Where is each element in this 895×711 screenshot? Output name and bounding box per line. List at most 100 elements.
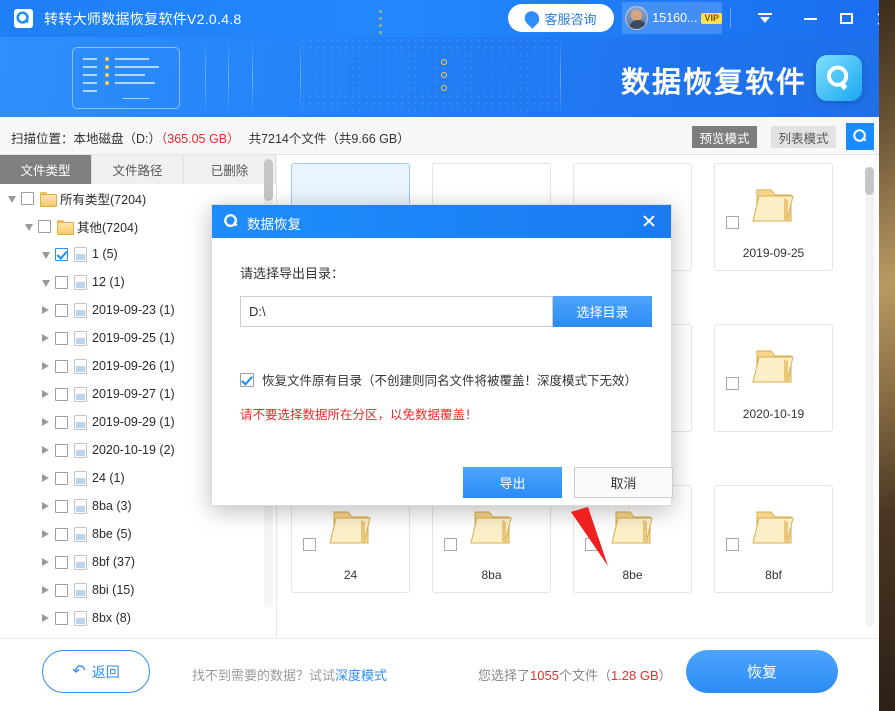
chevron-right-icon[interactable] bbox=[42, 530, 51, 539]
preview-mode-button[interactable]: 预览模式 bbox=[692, 126, 757, 148]
file-grid-cell[interactable]: 2020-10-19 bbox=[714, 324, 833, 432]
maximize-icon[interactable] bbox=[828, 0, 865, 37]
tree-item-checkbox[interactable] bbox=[38, 220, 51, 233]
tree-item-checkbox[interactable] bbox=[55, 612, 68, 625]
tree-item-checkbox[interactable] bbox=[55, 276, 68, 289]
tab-deleted[interactable]: 已删除 bbox=[184, 155, 276, 184]
tree-item-checkbox[interactable] bbox=[55, 304, 68, 317]
tree-item[interactable]: 8bx (8) bbox=[0, 604, 277, 632]
chevron-right-icon[interactable] bbox=[42, 474, 51, 483]
cancel-button[interactable]: 取消 bbox=[574, 467, 673, 498]
file-cell-checkbox[interactable] bbox=[726, 216, 739, 229]
file-cell-checkbox[interactable] bbox=[726, 538, 739, 551]
tree-item-checkbox[interactable] bbox=[55, 248, 68, 261]
tree-item-label: 8bf (37) bbox=[92, 555, 135, 569]
tree-item-checkbox[interactable] bbox=[55, 472, 68, 485]
file-cell-checkbox[interactable] bbox=[585, 538, 598, 551]
grid-scrollbar-thumb[interactable] bbox=[865, 167, 874, 195]
chevron-right-icon[interactable] bbox=[42, 334, 51, 343]
tree-item-checkbox[interactable] bbox=[55, 584, 68, 597]
grid-scrollbar[interactable] bbox=[865, 167, 874, 627]
file-grid-cell[interactable]: 8bf bbox=[714, 485, 833, 593]
file-icon bbox=[74, 359, 87, 374]
folder-icon bbox=[751, 508, 797, 548]
tree-item-checkbox[interactable] bbox=[55, 500, 68, 513]
user-name: 15160... bbox=[652, 11, 697, 25]
chevron-right-icon[interactable] bbox=[42, 362, 51, 371]
export-path-input[interactable] bbox=[240, 296, 553, 327]
dialog-close-icon[interactable] bbox=[632, 205, 665, 238]
file-grid-cell[interactable]: 2019-09-25 bbox=[714, 163, 833, 271]
tree-item[interactable]: 8be (5) bbox=[0, 520, 277, 548]
tree-item-checkbox[interactable] bbox=[55, 416, 68, 429]
search-icon[interactable] bbox=[846, 123, 874, 150]
selection-prefix: 您选择了 bbox=[478, 668, 530, 683]
selection-suffix: ） bbox=[659, 668, 672, 683]
selection-count: 1055 bbox=[530, 668, 559, 683]
tree-item-checkbox[interactable] bbox=[55, 388, 68, 401]
browse-directory-button[interactable]: 选择目录 bbox=[553, 296, 652, 327]
tree-item-label: 8bi (15) bbox=[92, 583, 134, 597]
chevron-right-icon[interactable] bbox=[42, 586, 51, 595]
chevron-right-icon[interactable] bbox=[42, 418, 51, 427]
selection-summary: 您选择了1055个文件（1.28 GB） bbox=[478, 665, 672, 684]
tree-item-checkbox[interactable] bbox=[55, 360, 68, 373]
tree-item-checkbox[interactable] bbox=[55, 332, 68, 345]
chevron-down-icon[interactable] bbox=[42, 278, 51, 287]
desktop-wallpaper-sliver bbox=[879, 0, 895, 711]
file-icon bbox=[74, 443, 87, 458]
chevron-right-icon[interactable] bbox=[42, 502, 51, 511]
scan-label: 扫描位置： bbox=[11, 132, 74, 146]
file-cell-checkbox[interactable] bbox=[303, 538, 316, 551]
keep-original-directory-checkbox[interactable] bbox=[240, 373, 254, 387]
export-button[interactable]: 导出 bbox=[463, 467, 562, 498]
file-cell-label: 2020-10-19 bbox=[715, 407, 832, 421]
scan-disk: 本地磁盘（D:） bbox=[74, 132, 162, 146]
back-button[interactable]: ↶ 返回 bbox=[42, 650, 150, 693]
tree-item-checkbox[interactable] bbox=[55, 528, 68, 541]
close-icon[interactable] bbox=[864, 0, 879, 37]
chevron-down-icon[interactable] bbox=[25, 222, 34, 231]
collapse-icon[interactable] bbox=[746, 0, 783, 37]
tree-item[interactable]: 8bi (15) bbox=[0, 576, 277, 604]
sidebar-tabs: 文件类型 文件路径 已删除 bbox=[0, 155, 277, 184]
folder-icon bbox=[328, 508, 374, 548]
selection-size: 1.28 GB bbox=[611, 668, 659, 683]
tree-item-label: 1 (5) bbox=[92, 247, 118, 261]
tab-file-type[interactable]: 文件类型 bbox=[0, 155, 92, 184]
chevron-right-icon[interactable] bbox=[42, 446, 51, 455]
chevron-right-icon[interactable] bbox=[42, 306, 51, 315]
chevron-right-icon[interactable] bbox=[42, 558, 51, 567]
app-title: 转转大师数据恢复软件V2.0.4.8 bbox=[44, 9, 242, 29]
scan-file-count: 共7214个文件 bbox=[249, 132, 327, 146]
drop-icon bbox=[522, 8, 543, 29]
user-account-chip[interactable]: 15160... VIP bbox=[622, 2, 722, 34]
tree-item-checkbox[interactable] bbox=[55, 444, 68, 457]
minimize-icon[interactable] bbox=[792, 0, 829, 37]
chevron-down-icon[interactable] bbox=[8, 194, 17, 203]
customer-service-button[interactable]: 客服咨询 bbox=[508, 4, 614, 32]
file-cell-label: 8ba bbox=[433, 568, 550, 582]
chevron-right-icon[interactable] bbox=[42, 614, 51, 623]
sidebar-scrollbar-thumb[interactable] bbox=[264, 159, 273, 201]
tree-item-checkbox[interactable] bbox=[55, 556, 68, 569]
file-icon bbox=[74, 499, 87, 514]
recover-button[interactable]: 恢复 bbox=[686, 650, 838, 693]
tree-item-checkbox[interactable] bbox=[21, 192, 34, 205]
keep-original-directory-row[interactable]: 恢复文件原有目录（不创建则同名文件将被覆盖！深度模式下无效） bbox=[240, 370, 637, 389]
tree-item-label: 2019-09-27 (1) bbox=[92, 387, 175, 401]
file-icon bbox=[74, 275, 87, 290]
list-mode-button[interactable]: 列表模式 bbox=[771, 126, 836, 148]
tree-item-label: 12 (1) bbox=[92, 275, 125, 289]
scan-location-text: 扫描位置：本地磁盘（D:）（365.05 GB）共7214个文件（共9.66 G… bbox=[11, 128, 410, 147]
chevron-right-icon[interactable] bbox=[42, 390, 51, 399]
deep-mode-link[interactable]: 深度模式 bbox=[335, 668, 387, 683]
file-cell-checkbox[interactable] bbox=[726, 377, 739, 390]
tab-file-path[interactable]: 文件路径 bbox=[92, 155, 184, 184]
file-cell-checkbox[interactable] bbox=[444, 538, 457, 551]
tree-item-label: 8be (5) bbox=[92, 527, 132, 541]
folder-icon bbox=[751, 347, 797, 387]
deep-mode-hint: 找不到需要的数据？试试深度模式 bbox=[192, 665, 387, 684]
chevron-down-icon[interactable] bbox=[42, 250, 51, 259]
tree-item[interactable]: 8bf (37) bbox=[0, 548, 277, 576]
